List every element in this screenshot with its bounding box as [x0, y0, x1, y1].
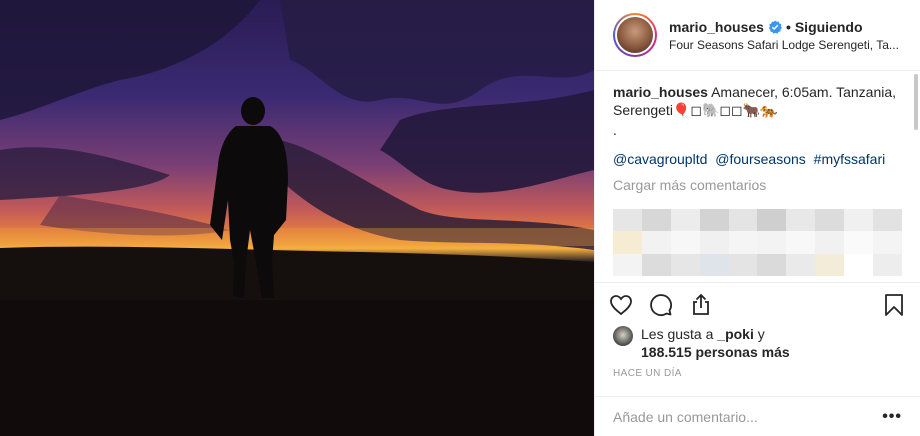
caption-tags: @cavagroupltd @fourseasons #myfssafari	[613, 151, 902, 167]
header-line: mario_houses • Siguiendo	[669, 19, 905, 35]
comment-icon[interactable]	[647, 291, 675, 319]
liker-avatar[interactable]	[613, 326, 633, 346]
tag-link[interactable]: @fourseasons	[715, 151, 805, 167]
comments-section: mario_houses Amanecer, 6:05am. Tanzania,…	[595, 71, 920, 282]
add-comment-bar: •••	[595, 396, 920, 436]
likes-and: y	[757, 326, 765, 342]
post-side-panel: mario_houses • Siguiendo Four Seasons Sa…	[594, 0, 920, 436]
location-link[interactable]: Four Seasons Safari Lodge Serengeti, Ta.…	[669, 38, 905, 52]
profile-avatar[interactable]	[613, 13, 657, 57]
share-icon[interactable]	[687, 291, 715, 319]
likes-text: Les gusta a _poki y 188.515 personas más	[641, 325, 790, 361]
bookmark-icon[interactable]	[880, 291, 908, 319]
verified-icon	[768, 20, 782, 34]
separator-dot: •	[785, 18, 791, 35]
sunset-silhouette-image	[0, 0, 594, 436]
header-text: mario_houses • Siguiendo Four Seasons Sa…	[669, 19, 905, 52]
post-header: mario_houses • Siguiendo Four Seasons Sa…	[595, 0, 920, 71]
post-photo[interactable]	[0, 0, 594, 436]
blurred-comments	[613, 209, 902, 276]
instagram-post: mario_houses • Siguiendo Four Seasons Sa…	[0, 0, 920, 436]
tag-link[interactable]: #myfssafari	[814, 151, 886, 167]
comment-input[interactable]	[613, 408, 883, 425]
avatar-image	[615, 15, 655, 55]
likes-count-link[interactable]: 188.515 personas más	[641, 344, 790, 360]
caption-username[interactable]: mario_houses	[613, 84, 708, 100]
action-bar	[595, 282, 920, 326]
likes-prefix: Les gusta a	[641, 326, 714, 342]
more-options-icon[interactable]: •••	[882, 408, 902, 426]
liker-username[interactable]: _poki	[717, 326, 754, 342]
tag-link[interactable]: @cavagroupltd	[613, 151, 707, 167]
caption-dot: .	[613, 122, 617, 138]
following-button[interactable]: Siguiendo	[795, 19, 863, 35]
load-more-comments[interactable]: Cargar más comentarios	[613, 177, 902, 193]
caption: mario_houses Amanecer, 6:05am. Tanzania,…	[613, 83, 902, 139]
comments-scrollbar[interactable]	[914, 74, 918, 130]
username-link[interactable]: mario_houses	[669, 19, 764, 35]
post-timestamp[interactable]: HACE UN DÍA	[613, 368, 682, 379]
heart-icon[interactable]	[607, 291, 635, 319]
likes-section: Les gusta a _poki y 188.515 personas más	[613, 325, 906, 361]
